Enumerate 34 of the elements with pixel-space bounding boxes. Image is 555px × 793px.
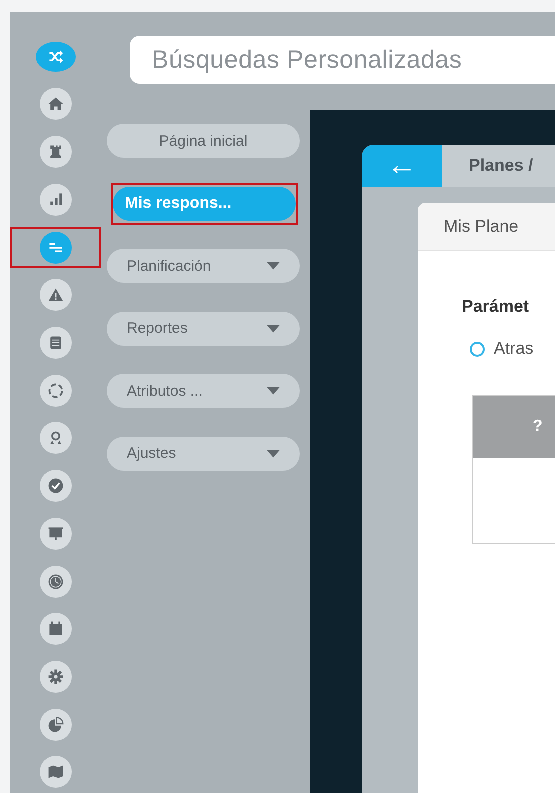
menu-item[interactable]: Ajustes: [107, 436, 300, 470]
bar-chart-icon[interactable]: [40, 184, 72, 216]
caret-icon: [267, 450, 280, 458]
map-icon[interactable]: [40, 756, 72, 788]
back-button[interactable]: ←: [362, 145, 442, 187]
menu-item[interactable]: Atributos ...: [107, 374, 300, 408]
award-icon[interactable]: [40, 422, 72, 454]
warning-icon[interactable]: [40, 279, 72, 312]
column-header: ?: [533, 418, 543, 436]
pie-chart-icon[interactable]: [40, 708, 72, 741]
search-field[interactable]: Búsquedas Personalizadas: [130, 36, 555, 84]
home-icon[interactable]: [40, 88, 72, 120]
calendar-icon[interactable]: [40, 613, 72, 646]
tab[interactable]: Mis Plane: [418, 203, 555, 251]
tower-icon[interactable]: [40, 136, 72, 168]
menu-item[interactable]: Planificación: [107, 249, 300, 283]
menu-item[interactable]: Mis respons...: [113, 186, 296, 220]
settings-icon[interactable]: [40, 661, 72, 694]
list-icon[interactable]: [40, 326, 72, 359]
shuffle-icon[interactable]: [36, 42, 76, 72]
breadcrumb: Planes /: [442, 145, 555, 187]
radio-label: Atras: [494, 339, 534, 359]
menu-item[interactable]: Página inicial: [107, 124, 300, 158]
menu-lines-icon[interactable]: [40, 232, 72, 264]
presentation-icon[interactable]: [40, 518, 72, 550]
menu-item[interactable]: Reportes: [107, 312, 300, 346]
caret-icon: [267, 324, 280, 332]
dashed-circle-icon[interactable]: [40, 374, 72, 407]
caret-icon: [267, 387, 280, 395]
section-title: Parámet: [462, 297, 530, 317]
caret-icon: [267, 262, 280, 270]
check-icon[interactable]: [40, 470, 72, 502]
clock-icon[interactable]: [40, 566, 72, 598]
radio-button[interactable]: [470, 342, 485, 356]
